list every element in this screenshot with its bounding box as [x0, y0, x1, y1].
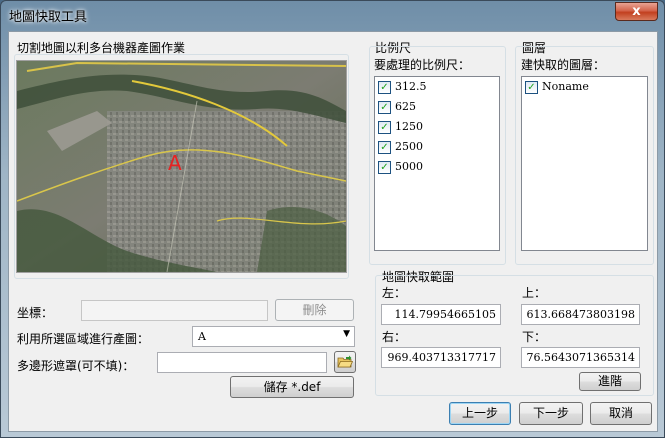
checkbox-checked-icon[interactable]: ✓ — [378, 160, 391, 174]
satellite-map-image[interactable]: A — [17, 61, 346, 272]
scale-item-625[interactable]: ✓ 625 — [378, 100, 416, 116]
dialog-client-area: 切割地圖以利多台機器產圖作業 A 坐標： 刪除 利用所選區域進行產圖： A ▼ … — [8, 31, 658, 432]
scale-listbox[interactable]: ✓ 312.5 ✓ 625 ✓ 1250 ✓ 2500 ✓ 5000 — [374, 76, 500, 251]
title-bar[interactable]: 地圖快取工具 x — [1, 1, 664, 29]
layers-list-label: 建快取的圖層： — [521, 58, 606, 72]
close-button[interactable]: x — [615, 2, 658, 21]
layer-item-noname[interactable]: ✓ Noname — [525, 80, 589, 96]
checkbox-checked-icon[interactable]: ✓ — [378, 140, 391, 154]
coordinates-field[interactable] — [81, 300, 268, 321]
map-cache-tool-window: 地圖快取工具 x 切割地圖以利多台機器產圖作業 A 坐標： 刪除 利用所選區域進… — [0, 0, 665, 438]
extent-top-label: 上： — [522, 286, 547, 300]
map-sheet-marker: A — [168, 151, 182, 175]
cancel-button[interactable]: 取消 — [590, 402, 652, 425]
scale-item-2500[interactable]: ✓ 2500 — [378, 140, 423, 156]
scale-item-1250[interactable]: ✓ 1250 — [378, 120, 423, 136]
checkbox-checked-icon[interactable]: ✓ — [378, 120, 391, 134]
checkbox-checked-icon[interactable]: ✓ — [378, 100, 391, 114]
extent-right-label: 右： — [382, 330, 407, 344]
map-preview[interactable]: A — [16, 60, 347, 273]
extent-bottom-label: 下： — [522, 330, 547, 344]
region-select-value: A — [198, 330, 206, 343]
delete-button[interactable]: 刪除 — [275, 299, 354, 321]
checkbox-checked-icon[interactable]: ✓ — [378, 80, 391, 94]
extent-bottom-input[interactable]: 76.5643071365314 — [521, 347, 640, 368]
scale-list-label: 要處理的比例尺： — [374, 58, 471, 72]
chevron-down-icon[interactable]: ▼ — [343, 329, 350, 339]
folder-open-icon — [337, 355, 354, 368]
extent-right-input[interactable]: 969.403713317717 — [381, 347, 501, 368]
scale-item-5000[interactable]: ✓ 5000 — [378, 160, 423, 176]
polygon-mask-label: 多邊形遮罩(可不填)： — [17, 359, 135, 373]
region-select[interactable]: A ▼ — [192, 326, 355, 347]
coordinates-label: 坐標： — [17, 306, 54, 320]
scale-item-312-5[interactable]: ✓ 312.5 — [378, 80, 427, 96]
layers-listbox[interactable]: ✓ Noname — [521, 76, 648, 251]
region-label: 利用所選區域進行產圖： — [17, 332, 150, 346]
next-step-button[interactable]: 下一步 — [519, 402, 583, 425]
checkbox-checked-icon[interactable]: ✓ — [525, 80, 538, 94]
extent-left-label: 左： — [382, 286, 407, 300]
polygon-mask-input[interactable] — [157, 352, 327, 373]
extent-left-input[interactable]: 114.79954665105 — [381, 304, 501, 325]
window-title: 地圖快取工具 — [9, 10, 88, 25]
extent-top-input[interactable]: 613.668473803198 — [521, 304, 640, 325]
close-icon: x — [632, 4, 641, 19]
previous-step-button[interactable]: 上一步 — [449, 402, 511, 425]
open-folder-button[interactable] — [334, 351, 356, 373]
save-def-button[interactable]: 儲存 *.def — [230, 376, 354, 398]
advanced-button[interactable]: 進階 — [579, 372, 641, 391]
